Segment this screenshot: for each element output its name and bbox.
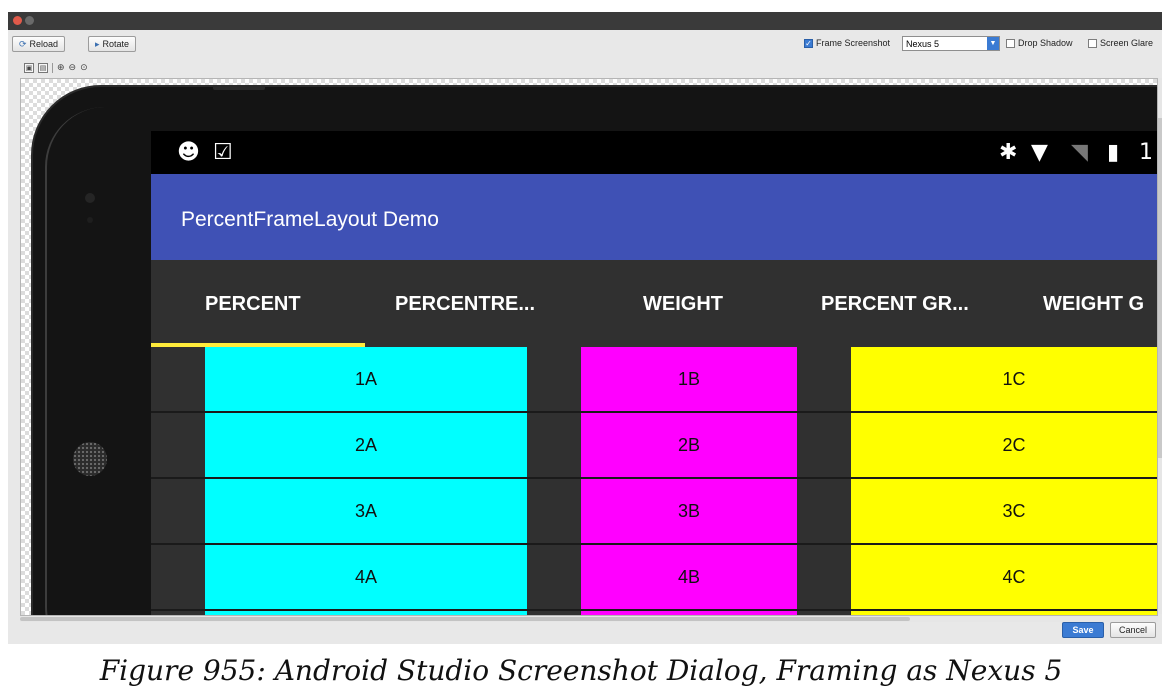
table-row: 3A 3B 3C [151, 479, 1157, 545]
preview-canvas: ☻ ☑ ✱ ▼ ◥ ▮ 1 PercentFrameLayout Demo PE… [20, 78, 1158, 616]
rotate-icon: ▸ [95, 39, 100, 49]
cancel-button[interactable]: Cancel [1110, 622, 1156, 638]
screen-glare-checkbox[interactable] [1088, 38, 1097, 48]
screen-glare-option[interactable]: Screen Glare [1088, 38, 1153, 48]
zoom-reset-icon[interactable]: ⊙ [80, 63, 88, 73]
device-sensor [87, 217, 93, 223]
zoom-in-icon[interactable]: ⊕ [57, 63, 65, 73]
tab-percent[interactable]: PERCENT [205, 293, 301, 316]
drop-shadow-option[interactable]: Drop Shadow [1006, 38, 1073, 48]
app-bar: PercentFrameLayout Demo [151, 174, 1157, 260]
drop-shadow-checkbox[interactable] [1006, 38, 1015, 48]
bluetooth-icon: ✱ [999, 140, 1018, 165]
drop-shadow-label: Drop Shadow [1018, 38, 1073, 48]
cell-b: 2B [581, 413, 797, 477]
clipboard-check-icon: ☑ [213, 140, 233, 165]
fit-window-icon[interactable]: ▤ [38, 63, 48, 73]
app-title: PercentFrameLayout Demo [181, 208, 439, 231]
zoom-out-icon[interactable]: ⊖ [69, 63, 77, 73]
toolbar: ⟳ Reload ▸ Rotate ✓ Frame Screenshot Nex… [8, 36, 1162, 56]
table-row: 2A 2B 2C [151, 413, 1157, 479]
cell-b: 4B [581, 545, 797, 609]
rotate-button[interactable]: ▸ Rotate [88, 36, 137, 52]
status-clock: 1 [1139, 140, 1153, 165]
tab-percentrelative[interactable]: PERCENTRE... [395, 293, 535, 316]
figure-caption: Figure 955: Android Studio Screenshot Di… [99, 654, 1063, 687]
frame-screenshot-checkbox[interactable]: ✓ [804, 38, 813, 48]
cell-a: 2A [205, 413, 527, 477]
device-side-button [213, 85, 265, 90]
dialog-footer: Save Cancel [0, 622, 1162, 642]
no-signal-icon: ◥ [1071, 140, 1088, 165]
table-row: 1A 1B 1C [151, 347, 1157, 413]
cell-c: 1C [851, 347, 1157, 411]
tab-strip: PERCENT PERCENTRE... WEIGHT PERCENT GR..… [151, 260, 1157, 347]
cell-b: 1B [581, 347, 797, 411]
status-bar: ☻ ☑ ✱ ▼ ◥ ▮ 1 [151, 131, 1157, 174]
close-window-button[interactable] [13, 16, 22, 25]
cell-a: 1A [205, 347, 527, 411]
device-camera [85, 193, 95, 203]
horizontal-scroll-thumb[interactable] [20, 617, 910, 621]
zoom-toolbar: ▣ ▤ ⊕ ⊖ ⊙ [24, 62, 88, 74]
actual-size-icon[interactable]: ▣ [24, 63, 34, 73]
device-bezel-highlight [45, 107, 127, 615]
cell-a: 3A [205, 479, 527, 543]
reload-icon: ⟳ [19, 39, 27, 49]
vertical-scrollbar[interactable] [1158, 78, 1162, 614]
android-debug-icon: ☻ [177, 140, 200, 165]
device-select-value: Nexus 5 [906, 39, 940, 49]
minimize-window-button[interactable] [25, 16, 34, 25]
cell-b: 3B [581, 479, 797, 543]
chevron-down-icon[interactable]: ▼ [987, 37, 999, 50]
vertical-scroll-thumb[interactable] [1158, 118, 1162, 458]
tab-percent-grid[interactable]: PERCENT GR... [821, 293, 969, 316]
cell-a: 4A [205, 545, 527, 609]
frame-screenshot-option[interactable]: ✓ Frame Screenshot [804, 38, 890, 48]
table-row: 4A 4B 4C [151, 545, 1157, 611]
device-select[interactable]: Nexus 5 ▼ [902, 36, 1000, 51]
reload-button[interactable]: ⟳ Reload [12, 36, 66, 52]
rotate-label: Rotate [102, 39, 130, 49]
cell-c: 2C [851, 413, 1157, 477]
frame-screenshot-label: Frame Screenshot [816, 38, 891, 48]
tab-weight-grid[interactable]: WEIGHT G [1043, 293, 1144, 316]
zoom-divider [52, 63, 53, 73]
device-screen: ☻ ☑ ✱ ▼ ◥ ▮ 1 PercentFrameLayout Demo PE… [151, 131, 1157, 615]
battery-charging-icon: ▮ [1107, 140, 1120, 165]
tab-weight[interactable]: WEIGHT [643, 293, 723, 316]
nexus-5-frame: ☻ ☑ ✱ ▼ ◥ ▮ 1 PercentFrameLayout Demo PE… [31, 85, 1157, 615]
reload-label: Reload [29, 39, 59, 49]
window-titlebar [8, 12, 1162, 30]
wifi-icon: ▼ [1031, 140, 1048, 165]
cell-c: 3C [851, 479, 1157, 543]
cell-grid: 1A 1B 1C 2A 2B 2C 3A 3B 3C 4A 4B 4C [151, 347, 1157, 615]
screen-glare-label: Screen Glare [1100, 38, 1154, 48]
device-speaker-grille [73, 442, 107, 476]
cell-c: 4C [851, 545, 1157, 609]
save-button[interactable]: Save [1062, 622, 1104, 638]
screenshot-dialog: ⟳ Reload ▸ Rotate ✓ Frame Screenshot Nex… [8, 12, 1162, 644]
